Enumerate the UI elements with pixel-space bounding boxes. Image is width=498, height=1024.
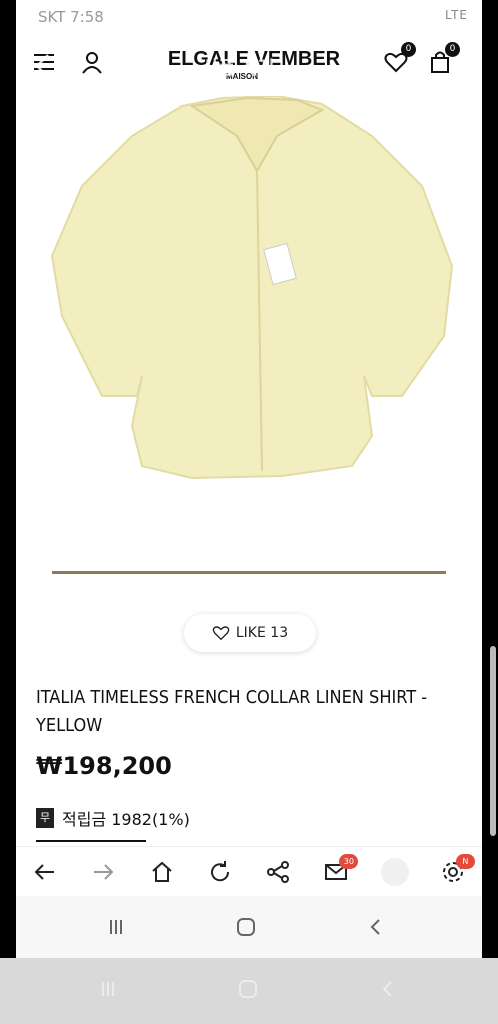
phone-screen: SKT 7:58 LTE ELGALE VEMBER MAISON 상품 사진 …	[16, 0, 482, 958]
forward-button[interactable]	[85, 854, 121, 890]
tab-underline	[36, 840, 146, 842]
home-circle-icon	[239, 980, 257, 998]
outer-back-button[interactable]	[368, 974, 408, 1004]
avatar	[380, 858, 409, 886]
home-nav-button[interactable]	[226, 912, 266, 942]
user-icon	[82, 52, 102, 74]
outer-home-button[interactable]	[228, 974, 268, 1004]
like-button[interactable]: LIKE 13	[184, 614, 316, 652]
refresh-icon	[210, 861, 229, 882]
profile-button[interactable]	[377, 854, 413, 890]
scrollbar[interactable]	[490, 646, 496, 836]
status-bar: SKT 7:58 LTE	[16, 0, 482, 34]
like-count: LIKE 13	[235, 625, 289, 641]
account-button[interactable]	[76, 46, 108, 78]
mail-button[interactable]: 30	[318, 854, 359, 890]
share-icon	[267, 861, 290, 883]
recents-icon	[110, 920, 122, 934]
status-indicators: LTE	[445, 8, 468, 22]
wishlist-button[interactable]: 0	[380, 42, 416, 78]
site-header: ELGALE VEMBER MAISON 상품 사진 1/1 0 0	[16, 34, 482, 98]
outer-nav-bar	[0, 958, 498, 1024]
system-nav-bar	[16, 896, 482, 958]
back-button[interactable]	[27, 854, 63, 890]
outer-recents-button[interactable]	[88, 974, 128, 1004]
points-text: 적립금 1982(1%)	[62, 810, 190, 829]
cart-count: 0	[445, 42, 460, 57]
points-tag: 무	[36, 808, 54, 828]
heart-outline-icon	[212, 626, 230, 641]
viewer-title: 상품 사진	[202, 58, 275, 79]
product-image[interactable]	[42, 96, 456, 496]
recents-button[interactable]	[96, 912, 136, 942]
product-title: ITALIA TIMELESS FRENCH COLLAR LINEN SHIR…	[36, 687, 428, 736]
recents-icon	[102, 982, 114, 996]
product-price: ₩198,200	[36, 752, 172, 780]
back-chevron-icon	[370, 919, 380, 935]
settings-button[interactable]: N	[435, 854, 475, 890]
back-chevron-icon[interactable]	[32, 52, 54, 80]
forward-arrow-icon	[94, 864, 114, 880]
mail-badge: 30	[339, 854, 359, 869]
share-button[interactable]	[260, 854, 296, 890]
refresh-button[interactable]	[202, 854, 238, 890]
status-time: SKT 7:58	[38, 8, 104, 26]
home-button[interactable]	[144, 854, 180, 890]
browser-toolbar: 30 N	[16, 846, 482, 897]
back-nav-button[interactable]	[356, 912, 396, 942]
back-arrow-icon	[34, 864, 55, 880]
back-chevron-icon	[382, 981, 392, 997]
cart-button[interactable]: 0	[424, 42, 460, 78]
reward-points: 무 적립금 1982(1%)	[36, 806, 190, 830]
wishlist-count: 0	[401, 42, 416, 57]
home-icon	[151, 861, 172, 882]
image-progress-bar	[52, 571, 446, 574]
settings-badge: N	[455, 854, 475, 869]
home-circle-icon	[237, 918, 255, 936]
